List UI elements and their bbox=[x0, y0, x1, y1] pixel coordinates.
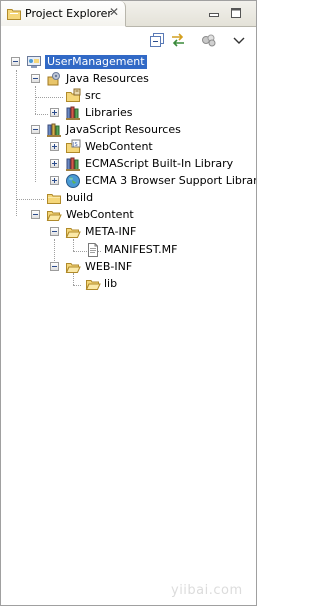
collapse-toggle[interactable] bbox=[31, 74, 40, 83]
tree-node-java-resources[interactable]: Java Resources bbox=[1, 71, 256, 87]
expand-toggle[interactable] bbox=[50, 176, 59, 185]
web-project-icon bbox=[27, 56, 41, 68]
libraries-icon bbox=[66, 106, 80, 120]
project-explorer-view: Project Explorer ✕ UserManagement Java R… bbox=[0, 0, 257, 606]
tree-node-src[interactable]: src bbox=[1, 88, 256, 104]
tree-node-ecmascript-library[interactable]: ECMAScript Built-In Library bbox=[1, 156, 256, 172]
tree-node-javascript-resources[interactable]: JavaScript Resources bbox=[1, 122, 256, 138]
js-webcontent-icon: JS bbox=[66, 139, 81, 153]
open-folder-icon bbox=[65, 263, 81, 273]
javascript-resources-icon bbox=[47, 123, 61, 137]
tree-node-label: WebContent bbox=[85, 140, 153, 153]
tree-node-browser-library[interactable]: ECMA 3 Browser Support Library bbox=[1, 173, 256, 189]
collapse-toggle[interactable] bbox=[31, 210, 40, 219]
browser-library-icon bbox=[66, 174, 80, 188]
tree-node-label: ECMA 3 Browser Support Library bbox=[85, 174, 257, 187]
tree-node-label: META-INF bbox=[85, 225, 137, 238]
tree-node-meta-inf[interactable]: META-INF bbox=[1, 224, 256, 240]
tree-node-label: Libraries bbox=[85, 106, 133, 119]
tree-node-label: Java Resources bbox=[66, 72, 149, 85]
svg-text:JS: JS bbox=[72, 142, 78, 148]
tree-node-label: ECMAScript Built-In Library bbox=[85, 157, 234, 170]
collapse-toggle[interactable] bbox=[50, 262, 59, 271]
tree-node-label: WebContent bbox=[66, 208, 134, 221]
java-resources-icon bbox=[47, 72, 60, 86]
tree-node-label: build bbox=[66, 191, 94, 204]
source-folder-icon bbox=[66, 88, 81, 102]
tree-node-libraries[interactable]: Libraries bbox=[1, 105, 256, 121]
expand-toggle[interactable] bbox=[50, 108, 59, 117]
expand-toggle[interactable] bbox=[50, 159, 59, 168]
collapse-toggle[interactable] bbox=[50, 227, 59, 236]
folder-icon bbox=[47, 194, 61, 204]
tree-node-usermanagement[interactable]: UserManagement bbox=[1, 54, 256, 70]
tree-node-label: WEB-INF bbox=[85, 260, 133, 273]
tree-node-build[interactable]: build bbox=[1, 190, 256, 206]
tree-node-webcontent[interactable]: WebContent bbox=[1, 207, 256, 223]
tree-node-lib[interactable]: lib bbox=[1, 276, 256, 292]
file-icon bbox=[88, 243, 98, 257]
collapse-toggle[interactable] bbox=[11, 57, 20, 66]
tree-node-web-inf[interactable]: WEB-INF bbox=[1, 259, 256, 275]
tree-node-label: UserManagement bbox=[45, 55, 147, 69]
tree-node-label: JavaScript Resources bbox=[66, 123, 181, 136]
tree-node-js-webcontent[interactable]: JS WebContent bbox=[1, 139, 256, 155]
tree-node-label: lib bbox=[104, 277, 118, 290]
open-folder-icon bbox=[65, 228, 81, 238]
tree-node-manifest[interactable]: MANIFEST.MF bbox=[1, 242, 256, 258]
library-icon bbox=[66, 157, 80, 171]
expand-toggle[interactable] bbox=[50, 142, 59, 151]
open-folder-icon bbox=[46, 211, 62, 221]
tree-node-label: src bbox=[85, 89, 102, 102]
folder-icon bbox=[85, 280, 101, 290]
watermark: yiibai.com bbox=[171, 583, 243, 598]
tree-node-label: MANIFEST.MF bbox=[104, 243, 178, 256]
collapse-toggle[interactable] bbox=[31, 125, 40, 134]
project-tree: UserManagement Java Resources src Librar… bbox=[1, 1, 256, 605]
